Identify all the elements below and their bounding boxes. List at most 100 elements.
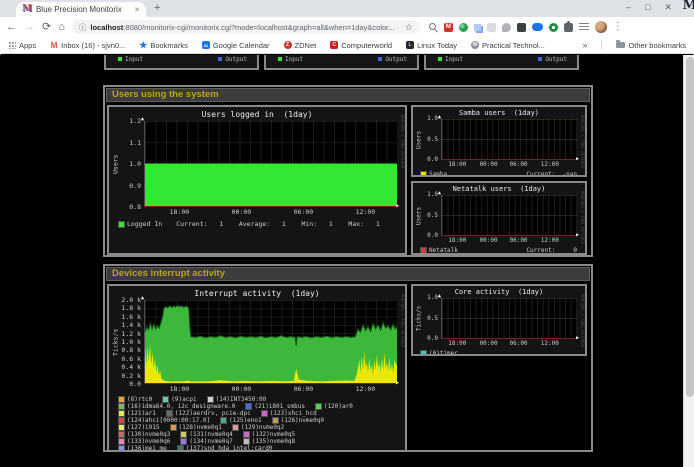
core-activity-plot[interactable]: ▲ ▶ <box>441 298 577 339</box>
legend-color-swatch <box>244 432 249 437</box>
x-tick-label: 18:00 <box>448 237 466 244</box>
users-logged-in-panel[interactable]: RRDTOOL / TOBI OETIKER Users logged in (… <box>107 105 407 255</box>
globe-extension-icon[interactable] <box>459 23 468 32</box>
new-tab-button[interactable]: + <box>154 3 160 14</box>
other-bookmarks-label: Other bookmarks <box>628 41 686 50</box>
y-axis-ticks: 1.00.50.0 <box>423 116 441 163</box>
toolbar: ← → ⟳ ⌂ ⓘ localhost:8080/monitorix-cgi/m… <box>0 17 694 37</box>
y-axis-ticks: 1.21.11.00.90.8 <box>120 118 144 210</box>
y-tick-label: 0.8 <box>129 204 141 210</box>
x-axis-ticks: 18:0000:0006:0012:00 <box>441 340 577 347</box>
home-icon[interactable]: ⌂ <box>58 22 65 33</box>
legend-entry: (9)acpi <box>163 396 196 403</box>
shell-extension-icon[interactable] <box>502 23 511 32</box>
bookmark-inbox[interactable]: M Inbox (16) - sjvn0... <box>50 41 125 50</box>
samba-users-panel[interactable]: RRDTOOL / TOBI OETIKER Samba users (1day… <box>411 105 587 177</box>
legend-color-swatch <box>378 57 382 61</box>
menu-kebab-icon[interactable]: ⋮ <box>613 22 623 32</box>
netatalk-users-panel[interactable]: RRDTOOL / TOBI OETIKER Netatalk users (1… <box>411 181 587 255</box>
core-activity-panel[interactable]: RRDTOOL / TOBI OETIKER Core activity (1d… <box>411 284 587 356</box>
samba-users-plot[interactable]: ▲ ▶ <box>441 119 577 160</box>
bookmark-zdnet[interactable]: Z ZDNet <box>284 41 317 50</box>
bookmark-star-icon[interactable]: ☆ <box>405 22 413 33</box>
partial-graph-panel[interactable]: Input Output <box>264 55 419 70</box>
legend-label: (127)i915 <box>127 424 160 431</box>
x-axis-ticks: 18:0000:0006:0012:00 <box>441 161 577 168</box>
info-icon[interactable]: ⓘ <box>79 22 87 33</box>
legend-row: (8)rtc0(9)acpi(14)INT3450:00 <box>119 396 405 403</box>
bookmark-linux-today[interactable]: L Linux Today <box>406 41 457 50</box>
url-text[interactable]: localhost:8080/monitorix-cgi/monitorix.c… <box>90 23 400 32</box>
legend-color-swatch <box>438 57 442 61</box>
other-bookmarks-button[interactable]: Other bookmarks <box>616 41 686 50</box>
window-controls: – □ ✕ <box>626 2 672 13</box>
y-axis-label: Users <box>415 119 423 160</box>
reload-icon[interactable]: ⟳ <box>42 22 51 33</box>
y-axis-arrow-icon: ▲ <box>438 190 441 196</box>
legend-color-swatch <box>181 439 186 444</box>
bookmark-computerworld[interactable]: C Computerworld <box>330 41 392 50</box>
back-icon[interactable]: ← <box>6 22 17 33</box>
extensions-puzzle-icon[interactable] <box>564 23 573 32</box>
legend-color-swatch <box>538 57 542 61</box>
y-tick-label: 0.2 k <box>121 373 141 379</box>
gray-box-extension-icon[interactable] <box>487 23 496 32</box>
x-axis-ticks: 18:0000:0006:0012:00 <box>441 237 577 244</box>
close-button[interactable]: ✕ <box>664 2 672 13</box>
y-tick-label: 1.0 <box>427 192 438 198</box>
url-host: localhost <box>90 23 123 32</box>
bookmarks-overflow-chevron-icon[interactable]: » <box>582 40 587 50</box>
page-scrollbar[interactable] <box>683 55 694 467</box>
netatalk-users-plot[interactable]: ▲ ▶ <box>441 195 577 236</box>
interrupt-activity-panel[interactable]: RRDTOOL / TOBI OETIKER Interrupt activit… <box>107 284 407 452</box>
x-tick-label: 00:00 <box>232 208 252 216</box>
partial-graph-row: Input Output Input Output Input Output <box>104 55 579 70</box>
search-icon[interactable] <box>429 23 438 32</box>
blue-oval-extension-icon[interactable] <box>532 23 543 31</box>
green-circle-extension-icon[interactable] <box>549 23 558 32</box>
graph-current-value: Current: 0 <box>526 247 577 254</box>
browser-tab[interactable]: M Blue Precision Monitorix ✕ <box>16 2 146 17</box>
y-axis-ticks: 1.00.50.0 <box>423 192 441 239</box>
tab-close-icon[interactable]: ✕ <box>134 6 140 14</box>
gmail-extension-icon[interactable]: M <box>444 23 453 32</box>
legend-input: Input <box>438 56 463 68</box>
y-tick-label: 0.8 k <box>121 347 141 353</box>
bookmark-google-calendar[interactable]: 31 Google Calendar <box>202 41 270 50</box>
legend-color-swatch <box>119 432 124 437</box>
interrupt-activity-plot[interactable]: ▲ ▶ <box>144 300 397 384</box>
dark-square-extension-icon[interactable] <box>517 23 526 32</box>
legend-label: Input <box>445 56 463 63</box>
partial-graph-panel[interactable]: Input Output <box>424 55 579 70</box>
legend-label: (134)nvme0q7 <box>189 438 232 445</box>
partial-graph-panel[interactable]: Input Output <box>104 55 259 70</box>
minimize-button[interactable]: – <box>626 2 631 13</box>
scrollbar-thumb[interactable] <box>686 57 694 397</box>
zdnet-icon: Z <box>284 41 292 49</box>
y-tick-label: 1.0 <box>427 295 438 301</box>
graph-current-value: Current: -nan <box>526 171 577 177</box>
pages-extension-icon[interactable] <box>474 24 481 31</box>
legend-entry: (14)INT3450:00 <box>208 396 267 403</box>
reading-list-icon[interactable] <box>579 23 589 31</box>
graph-stats: Current: 1 Average: 1 Min: 1 Max: 1 <box>176 220 380 228</box>
legend-entry: Logged In <box>119 220 162 228</box>
bookmark-bookmarks[interactable]: ★ Bookmarks <box>139 41 188 50</box>
legend-entry: (16)idma64.0, i2c_designware.0 <box>119 403 235 410</box>
profile-avatar[interactable] <box>595 21 607 33</box>
y-tick-label: 0.5 <box>427 137 438 143</box>
graph-title: Interrupt activity (1day) <box>109 289 405 298</box>
bookmark-label: ZDNet <box>295 41 317 50</box>
maximize-button[interactable]: □ <box>645 2 650 13</box>
section-interrupts-header: Devices interrupt activity <box>106 267 590 281</box>
forward-icon[interactable]: → <box>24 22 35 33</box>
users-logged-in-plot[interactable]: ▲ ▶ <box>144 121 397 207</box>
bookmark-label: Computerworld <box>341 41 392 50</box>
rrdtool-watermark: RRDTOOL / TOBI OETIKER <box>400 115 405 168</box>
y-axis-label: Ticks/s <box>111 300 120 384</box>
bookmark-practical-technology[interactable]: W Practical Technol... <box>471 41 545 50</box>
legend-entry: (124)ahci[0000:00:17.0] <box>119 417 210 424</box>
address-bar[interactable]: ⓘ localhost:8080/monitorix-cgi/monitorix… <box>72 20 420 34</box>
graph-legend: Logged In Current: 1 Average: 1 Min: 1 M… <box>119 220 397 228</box>
bookmark-apps[interactable]: Apps <box>8 41 36 50</box>
